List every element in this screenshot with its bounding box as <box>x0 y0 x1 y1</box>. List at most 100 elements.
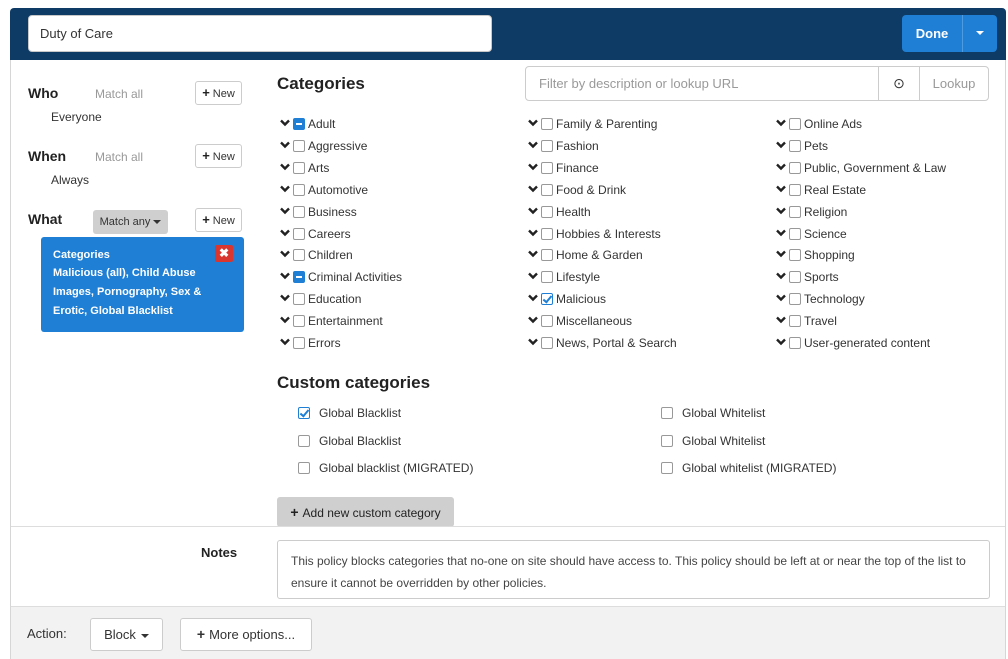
category-item[interactable]: Fashion <box>527 137 599 155</box>
what-condition-card[interactable]: Categories Malicious (all), Child Abuse … <box>41 237 244 332</box>
lookup-button[interactable]: Lookup <box>919 66 989 101</box>
category-item[interactable]: News, Portal & Search <box>527 334 677 352</box>
category-item[interactable]: Education <box>279 290 361 308</box>
remove-condition-icon[interactable]: ✖ <box>215 245 233 262</box>
category-checkbox[interactable] <box>541 205 553 218</box>
category-item[interactable]: Aggressive <box>279 137 367 155</box>
category-item[interactable]: Finance <box>527 159 599 177</box>
chevron-down-icon[interactable] <box>527 225 539 243</box>
custom-category-checkbox[interactable] <box>661 406 673 419</box>
chevron-down-icon[interactable] <box>527 181 539 199</box>
chevron-down-icon[interactable] <box>279 137 291 155</box>
chevron-down-icon[interactable] <box>775 246 787 264</box>
chevron-down-icon[interactable] <box>527 137 539 155</box>
category-item[interactable]: Children <box>279 246 353 264</box>
custom-category-item[interactable]: Global Blacklist <box>296 432 401 450</box>
category-checkbox[interactable] <box>789 117 801 130</box>
category-checkbox[interactable] <box>541 314 553 327</box>
category-item[interactable]: Online Ads <box>775 115 862 133</box>
chevron-down-icon[interactable] <box>279 334 291 352</box>
chevron-down-icon[interactable] <box>279 159 291 177</box>
clear-filter-button[interactable]: ⊙ <box>878 66 920 101</box>
category-checkbox[interactable] <box>541 292 553 305</box>
custom-category-checkbox[interactable] <box>298 406 310 419</box>
category-item[interactable]: Automotive <box>279 181 368 199</box>
when-new-button[interactable]: + New <box>195 144 242 168</box>
chevron-down-icon[interactable] <box>775 268 787 286</box>
category-item[interactable]: Technology <box>775 290 865 308</box>
category-checkbox[interactable] <box>541 183 553 196</box>
category-item[interactable]: Shopping <box>775 246 855 264</box>
chevron-down-icon[interactable] <box>279 268 291 286</box>
category-checkbox[interactable] <box>541 227 553 240</box>
custom-category-item[interactable]: Global Whitelist <box>659 404 765 422</box>
category-item[interactable]: Home & Garden <box>527 246 643 264</box>
category-checkbox[interactable] <box>541 117 553 130</box>
custom-category-checkbox[interactable] <box>661 434 673 447</box>
category-item[interactable]: Careers <box>279 225 351 243</box>
chevron-down-icon[interactable] <box>527 246 539 264</box>
category-checkbox[interactable] <box>789 139 801 152</box>
category-checkbox[interactable] <box>293 248 305 261</box>
when-value[interactable]: Always <box>51 173 89 187</box>
category-checkbox[interactable] <box>789 270 801 283</box>
chevron-down-icon[interactable] <box>527 115 539 133</box>
policy-name-input[interactable]: Duty of Care <box>28 15 492 52</box>
custom-category-checkbox[interactable] <box>298 461 310 474</box>
category-checkbox[interactable] <box>541 248 553 261</box>
category-item[interactable]: Travel <box>775 312 837 330</box>
chevron-down-icon[interactable] <box>279 203 291 221</box>
more-options-button[interactable]: + More options... <box>180 618 312 651</box>
chevron-down-icon[interactable] <box>279 246 291 264</box>
category-checkbox[interactable] <box>293 314 305 327</box>
category-item[interactable]: Pets <box>775 137 828 155</box>
chevron-down-icon[interactable] <box>279 290 291 308</box>
category-item[interactable]: Real Estate <box>775 181 866 199</box>
category-checkbox[interactable] <box>293 292 305 305</box>
chevron-down-icon[interactable] <box>279 115 291 133</box>
action-dropdown[interactable]: Block <box>90 618 163 651</box>
category-item[interactable]: Religion <box>775 203 847 221</box>
chevron-down-icon[interactable] <box>775 312 787 330</box>
add-custom-category-button[interactable]: + Add new custom category <box>277 497 454 527</box>
chevron-down-icon[interactable] <box>527 203 539 221</box>
category-checkbox[interactable] <box>293 227 305 240</box>
category-item[interactable]: Entertainment <box>279 312 383 330</box>
chevron-down-icon[interactable] <box>527 334 539 352</box>
custom-category-checkbox[interactable] <box>661 461 673 474</box>
category-checkbox[interactable] <box>789 314 801 327</box>
category-checkbox[interactable] <box>789 227 801 240</box>
custom-category-item[interactable]: Global Whitelist <box>659 432 765 450</box>
category-item[interactable]: Hobbies & Interests <box>527 225 661 243</box>
chevron-down-icon[interactable] <box>775 203 787 221</box>
custom-category-item[interactable]: Global blacklist (MIGRATED) <box>296 459 473 477</box>
chevron-down-icon[interactable] <box>527 159 539 177</box>
notes-textarea[interactable]: This policy blocks categories that no-on… <box>277 540 990 599</box>
chevron-down-icon[interactable] <box>775 115 787 133</box>
chevron-down-icon[interactable] <box>775 137 787 155</box>
chevron-down-icon[interactable] <box>279 312 291 330</box>
what-new-button[interactable]: + New <box>195 208 242 232</box>
who-new-button[interactable]: + New <box>195 81 242 105</box>
category-item[interactable]: Miscellaneous <box>527 312 632 330</box>
category-checkbox[interactable] <box>293 161 305 174</box>
when-match-mode[interactable]: Match all <box>95 150 143 164</box>
category-checkbox[interactable] <box>789 248 801 261</box>
category-item[interactable]: Food & Drink <box>527 181 626 199</box>
chevron-down-icon[interactable] <box>775 290 787 308</box>
chevron-down-icon[interactable] <box>775 225 787 243</box>
category-checkbox[interactable] <box>293 205 305 218</box>
category-checkbox[interactable] <box>293 117 305 130</box>
category-checkbox[interactable] <box>789 336 801 349</box>
category-checkbox[interactable] <box>293 139 305 152</box>
category-checkbox[interactable] <box>541 139 553 152</box>
category-item[interactable]: Criminal Activities <box>279 268 402 286</box>
category-checkbox[interactable] <box>293 183 305 196</box>
category-item[interactable]: Malicious <box>527 290 606 308</box>
chevron-down-icon[interactable] <box>775 181 787 199</box>
chevron-down-icon[interactable] <box>527 290 539 308</box>
custom-category-item[interactable]: Global Blacklist <box>296 404 401 422</box>
category-item[interactable]: Lifestyle <box>527 268 600 286</box>
done-button[interactable]: Done <box>902 15 962 52</box>
who-value[interactable]: Everyone <box>51 110 102 124</box>
